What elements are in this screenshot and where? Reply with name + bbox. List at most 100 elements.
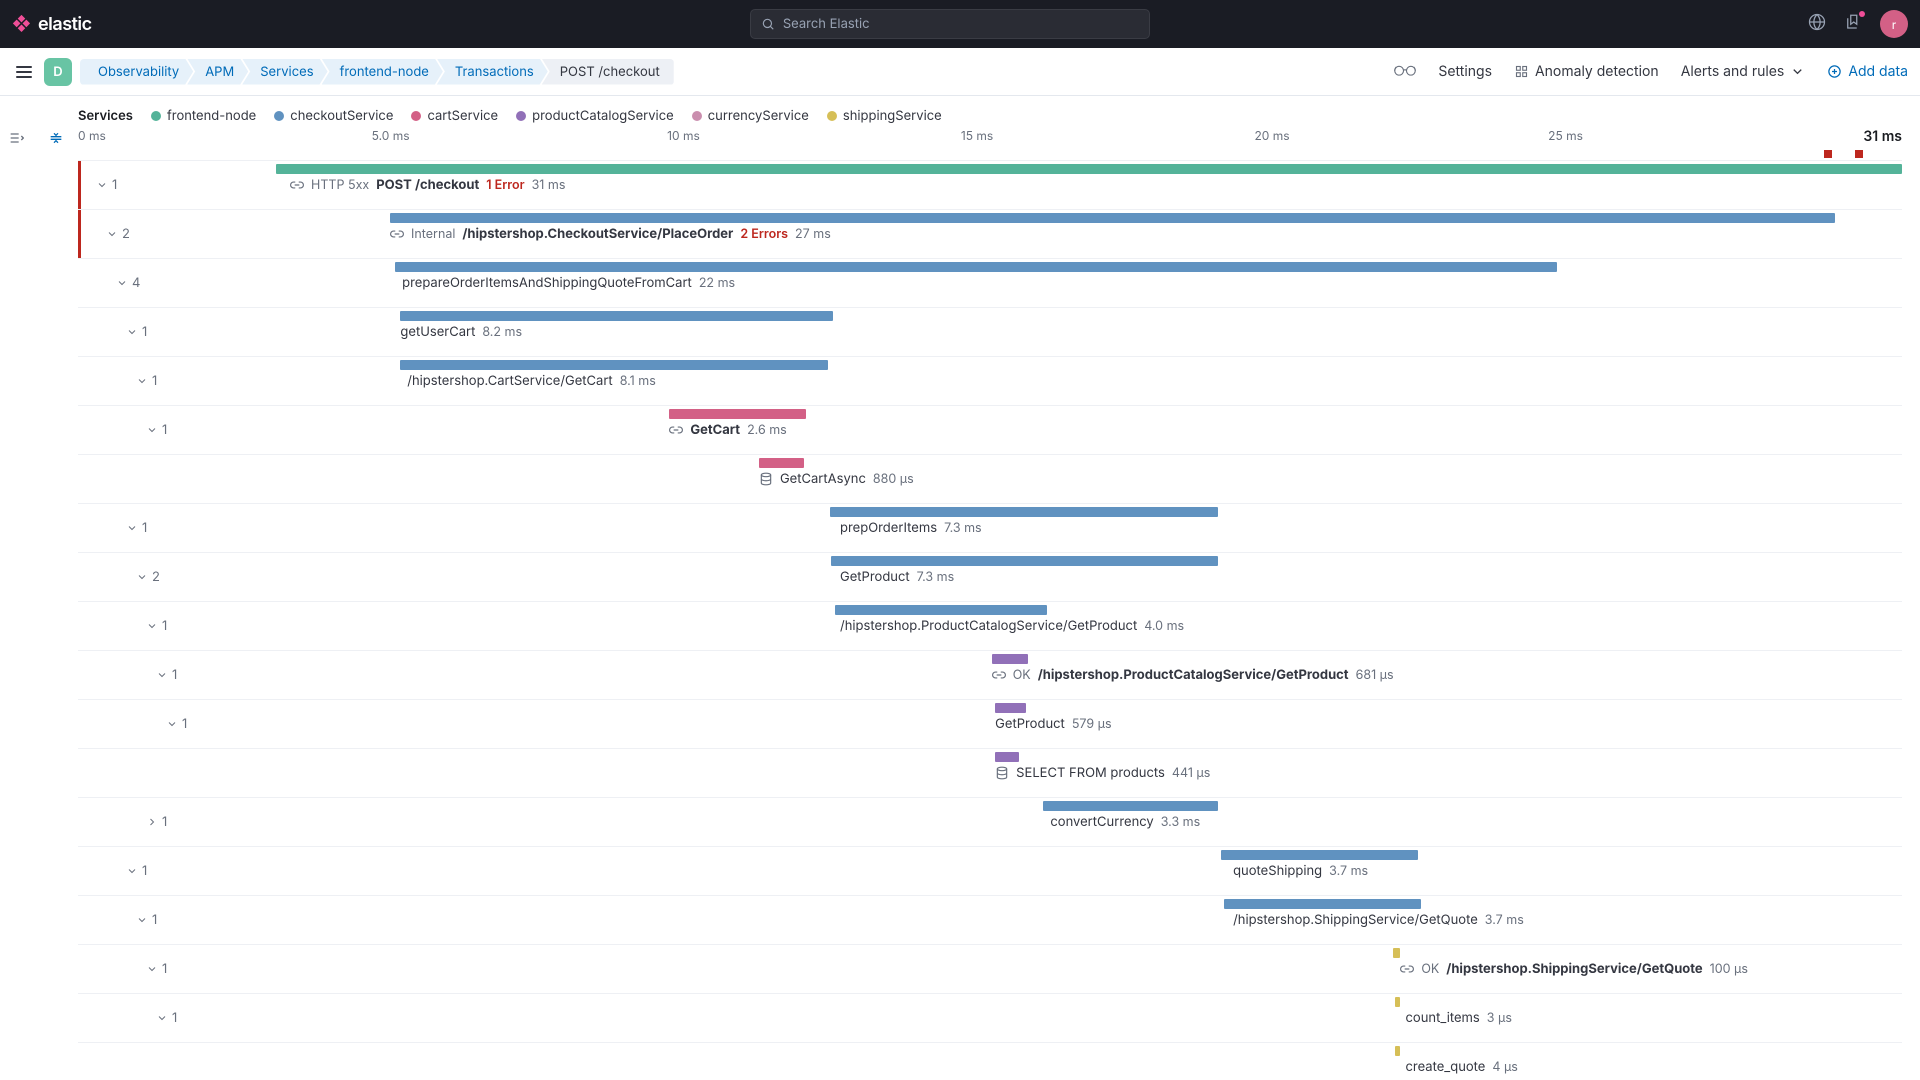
span-bar[interactable] <box>1395 997 1400 1007</box>
legend-item[interactable]: shippingService <box>827 108 942 124</box>
span-label: Internal/hipstershop.CheckoutService/Pla… <box>390 226 831 242</box>
span-bar[interactable] <box>1221 850 1418 860</box>
row-toggle[interactable]: 2 <box>136 569 160 585</box>
newsfeed-icon[interactable] <box>1844 13 1862 35</box>
top-bar: elastic Search Elastic r <box>0 0 1920 48</box>
legend-item[interactable]: checkoutService <box>274 108 393 124</box>
axis-tick: 10 ms <box>667 128 700 143</box>
breadcrumb-item[interactable]: APM <box>187 59 248 85</box>
help-icon[interactable] <box>1808 13 1826 35</box>
span-row[interactable]: 1count_items3 µs <box>78 994 1902 1043</box>
expand-panel-icon[interactable] <box>8 130 24 150</box>
brand-text: elastic <box>38 14 92 35</box>
breadcrumb-item[interactable]: Services <box>242 59 327 85</box>
settings-link[interactable]: Settings <box>1438 63 1492 80</box>
row-toggle[interactable]: 1 <box>96 177 117 193</box>
breadcrumb-item[interactable]: Transactions <box>437 59 548 85</box>
notification-dot <box>1859 11 1865 17</box>
span-row[interactable]: 1 OK/hipstershop.ShippingService/GetQuote… <box>78 945 1902 994</box>
span-label: SELECT FROM products441 µs <box>995 765 1210 781</box>
span-bar[interactable] <box>992 654 1028 664</box>
row-toggle[interactable]: 1 <box>126 324 147 340</box>
breadcrumb-item[interactable]: frontend-node <box>322 59 443 85</box>
span-label: GetCart2.6 ms <box>669 422 786 438</box>
span-bar[interactable] <box>1395 1046 1400 1056</box>
database-icon <box>995 766 1009 780</box>
span-row[interactable]: 1/hipstershop.ProductCatalogService/GetP… <box>78 602 1902 651</box>
inspect-icon[interactable] <box>1394 62 1416 82</box>
row-toggle[interactable]: 1 <box>136 373 157 389</box>
span-row[interactable]: 1HTTP 5xxPOST /checkout1 Error31 ms <box>78 161 1902 210</box>
span-row[interactable]: 2GetProduct7.3 ms <box>78 553 1902 602</box>
row-toggle[interactable]: 1 <box>146 618 167 634</box>
user-avatar[interactable]: r <box>1880 10 1908 38</box>
span-bar[interactable] <box>400 311 833 321</box>
row-toggle[interactable]: 2 <box>106 226 130 242</box>
span-bar[interactable] <box>276 164 1902 174</box>
span-label: OK/hipstershop.ProductCatalogService/Get… <box>992 667 1394 683</box>
search-placeholder: Search Elastic <box>783 16 870 32</box>
trace-icon <box>669 423 683 437</box>
row-toggle[interactable]: 1 <box>136 912 157 928</box>
span-row[interactable]: 1 GetCart2.6 ms <box>78 406 1902 455</box>
span-bar[interactable] <box>1393 948 1400 958</box>
span-bar[interactable] <box>759 458 804 468</box>
breadcrumb-item[interactable]: Observability <box>80 59 193 85</box>
row-toggle[interactable]: 1 <box>156 1010 177 1026</box>
span-row[interactable]: SELECT FROM products441 µs <box>78 749 1902 798</box>
row-toggle[interactable]: 1 <box>146 814 167 830</box>
span-bar[interactable] <box>995 752 1019 762</box>
legend-item[interactable]: currencyService <box>692 108 809 124</box>
span-bar[interactable] <box>669 409 805 419</box>
span-bar[interactable] <box>400 360 828 370</box>
global-search[interactable]: Search Elastic <box>750 9 1150 39</box>
span-bar[interactable] <box>395 262 1557 272</box>
span-row[interactable]: 1GetProduct579 µs <box>78 700 1902 749</box>
alerts-rules-link[interactable]: Alerts and rules <box>1681 63 1806 80</box>
collapse-all-icon[interactable] <box>48 130 64 150</box>
span-bar[interactable] <box>831 556 1217 566</box>
space-badge[interactable]: D <box>44 58 72 86</box>
span-bar[interactable] <box>1224 899 1421 909</box>
axis-tick: 0 ms <box>78 128 106 143</box>
row-toggle[interactable]: 1 <box>146 961 167 977</box>
span-row[interactable]: 1quoteShipping3.7 ms <box>78 847 1902 896</box>
row-toggle[interactable]: 1 <box>126 520 147 536</box>
anomaly-detection-link[interactable]: Anomaly detection <box>1514 63 1659 80</box>
span-row[interactable]: 2 Internal/hipstershop.CheckoutService/Pl… <box>78 210 1902 259</box>
logo[interactable]: elastic <box>12 14 92 35</box>
breadcrumb: ObservabilityAPMServicesfrontend-nodeTra… <box>80 59 674 85</box>
row-toggle[interactable]: 4 <box>116 275 140 291</box>
row-toggle[interactable]: 1 <box>126 863 147 879</box>
time-axis: 31 ms 0 ms5.0 ms10 ms15 ms20 ms25 ms <box>78 128 1902 150</box>
row-toggle[interactable]: 1 <box>146 422 167 438</box>
trace-icon <box>390 227 404 241</box>
span-bar[interactable] <box>830 507 1218 517</box>
span-row[interactable]: GetCartAsync880 µs <box>78 455 1902 504</box>
trace-icon <box>290 178 304 192</box>
row-toggle[interactable]: 1 <box>156 667 177 683</box>
span-row[interactable]: 1 OK/hipstershop.ProductCatalogService/Ge… <box>78 651 1902 700</box>
error-mark[interactable] <box>1855 150 1863 158</box>
add-data-link[interactable]: Add data <box>1827 63 1908 80</box>
span-label: GetCartAsync880 µs <box>759 471 914 487</box>
legend-item[interactable]: frontend-node <box>151 108 256 124</box>
span-row[interactable]: 1/hipstershop.CartService/GetCart8.1 ms <box>78 357 1902 406</box>
span-row[interactable]: 1prepOrderItems7.3 ms <box>78 504 1902 553</box>
timeline-marks <box>78 150 1902 158</box>
span-bar[interactable] <box>835 605 1047 615</box>
span-bar[interactable] <box>995 703 1026 713</box>
services-legend: Services frontend-nodecheckoutServicecar… <box>78 108 1902 124</box>
span-row[interactable]: 1getUserCart8.2 ms <box>78 308 1902 357</box>
legend-item[interactable]: cartService <box>411 108 498 124</box>
span-row[interactable]: 1convertCurrency3.3 ms <box>78 798 1902 847</box>
span-bar[interactable] <box>1043 801 1217 811</box>
nav-toggle-button[interactable] <box>12 62 36 82</box>
span-label: OK/hipstershop.ShippingService/GetQuote1… <box>1400 961 1748 977</box>
span-bar[interactable] <box>390 213 1835 223</box>
span-row[interactable]: 4prepareOrderItemsAndShippingQuoteFromCa… <box>78 259 1902 308</box>
span-row[interactable]: create_quote4 µs <box>78 1043 1902 1080</box>
error-mark[interactable] <box>1824 150 1832 158</box>
span-row[interactable]: 1/hipstershop.ShippingService/GetQuote3.… <box>78 896 1902 945</box>
legend-item[interactable]: productCatalogService <box>516 108 674 124</box>
